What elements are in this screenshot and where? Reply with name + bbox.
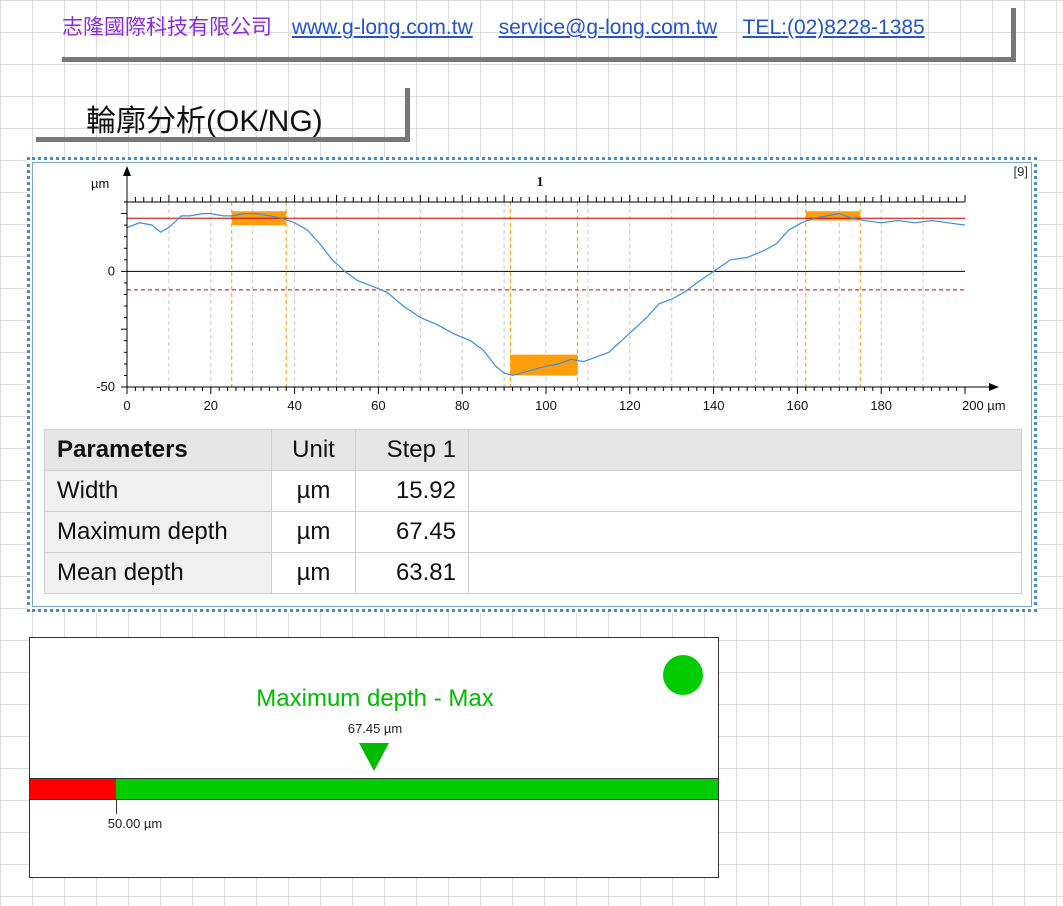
x-tick-label: 0 [123, 398, 130, 413]
param-name: Width [44, 470, 272, 512]
param-value: 63.81 [355, 552, 469, 594]
chart-title: 1 [537, 175, 544, 190]
x-tick-label: 120 [619, 398, 641, 413]
y-axis-unit: µm [91, 176, 109, 191]
x-tick-label: 40 [287, 398, 301, 413]
table-row: Mean depth µm 63.81 [44, 552, 1022, 594]
gauge-limit-tick [116, 800, 117, 814]
gauge-value-label: 67.45 µm [347, 721, 403, 736]
header-unit: Unit [271, 429, 356, 471]
gauge-title: Maximum depth - Max [256, 685, 494, 712]
gauge-pass-zone [116, 779, 718, 799]
row-spacer [468, 511, 1022, 553]
measurement-region [510, 354, 578, 376]
x-tick-label: 160 [787, 398, 809, 413]
measurement-region [805, 211, 861, 221]
y-axis-arrow [123, 166, 131, 176]
param-unit: µm [271, 511, 356, 553]
gauge-limit-label: 50.00 µm [107, 816, 163, 831]
param-unit: µm [271, 470, 356, 512]
row-spacer [468, 552, 1022, 594]
table-row: Maximum depth µm 67.45 [44, 511, 1022, 553]
profile-chart[interactable]: 0 20 40 60 80 100 120 140 160 180 200 µm 0 -50 µm 1 [0, 0, 1063, 430]
header-parameters: Parameters [44, 429, 272, 471]
depth-gauge: Maximum depth - Max 67.45 µm 50.00 µm [29, 637, 719, 878]
header-step: Step 1 [355, 429, 469, 471]
x-tick-label: 180 [870, 398, 892, 413]
parameters-table: Parameters Unit Step 1 Width µm 15.92 Ma… [44, 429, 1022, 594]
x-tick-label: 60 [371, 398, 385, 413]
gauge-value-marker [359, 743, 389, 771]
x-tick-label: 80 [455, 398, 469, 413]
param-name: Mean depth [44, 552, 272, 594]
gauge-bar [30, 778, 718, 800]
header-spacer [468, 429, 1022, 471]
x-tick-label: 100 [535, 398, 557, 413]
x-tick-label: 140 [703, 398, 725, 413]
y-tick-label: 0 [108, 263, 115, 278]
table-header-row: Parameters Unit Step 1 [44, 429, 1022, 471]
param-name: Maximum depth [44, 511, 272, 553]
table-row: Width µm 15.92 [44, 470, 1022, 512]
x-tick-label: 20 [204, 398, 218, 413]
param-unit: µm [271, 552, 356, 594]
param-value: 67.45 [355, 511, 469, 553]
y-tick-label: -50 [96, 379, 115, 394]
row-spacer [468, 470, 1022, 512]
gauge-fail-zone [30, 779, 116, 799]
param-value: 15.92 [355, 470, 469, 512]
x-axis-arrow [989, 383, 999, 391]
x-tick-label: 200 µm [962, 398, 1006, 413]
